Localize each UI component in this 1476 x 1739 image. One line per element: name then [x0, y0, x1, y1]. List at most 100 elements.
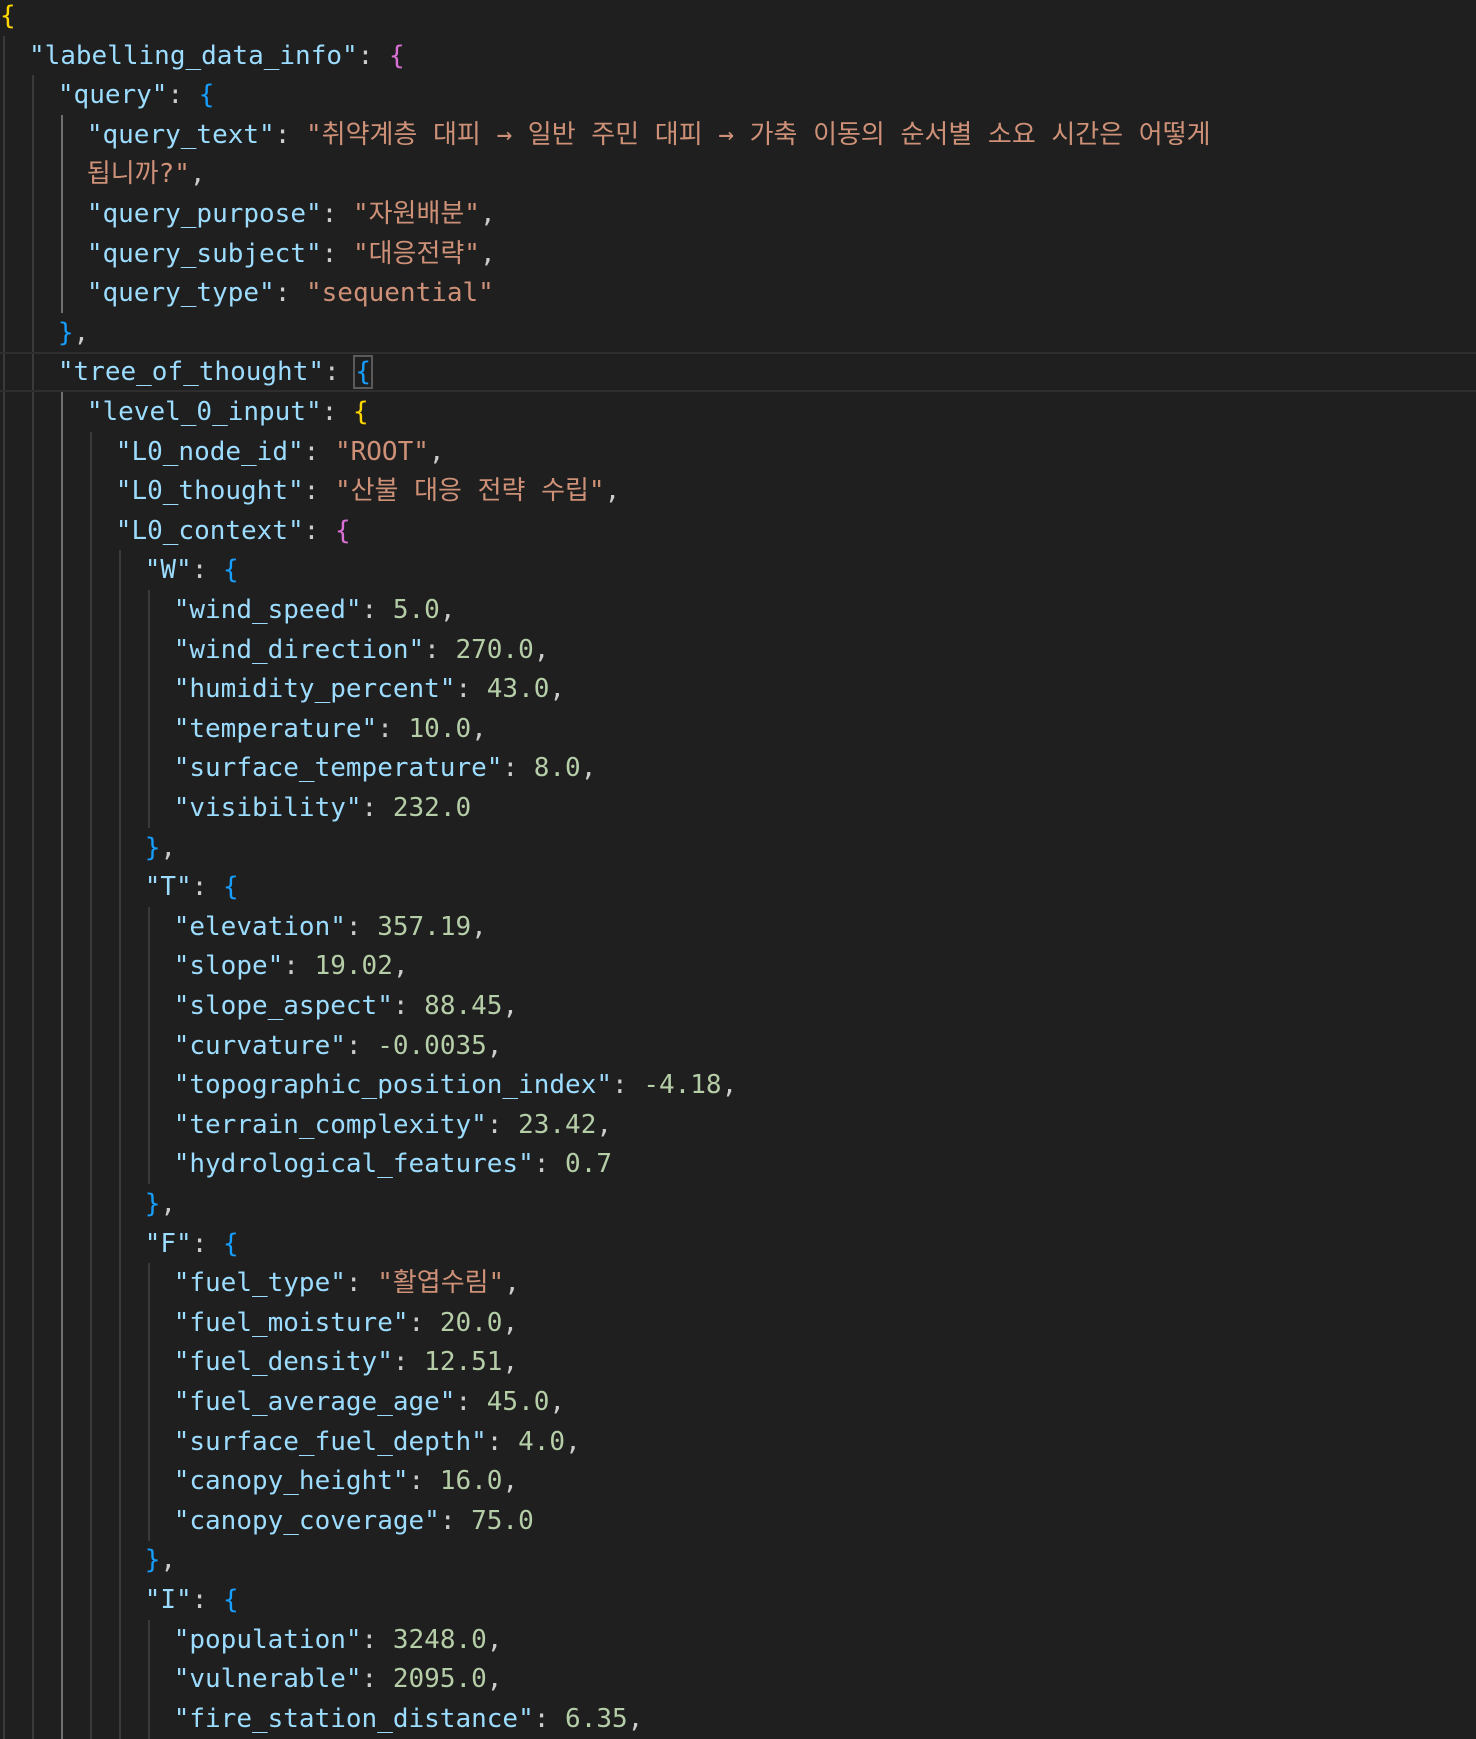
indent-guide — [60, 906, 63, 947]
code-line[interactable]: "slope": 19.02, — [0, 946, 1476, 987]
code-line[interactable]: "L0_node_id": "ROOT", — [0, 431, 1476, 472]
json-number: 2095.0 — [392, 1664, 487, 1695]
indent-guide — [60, 986, 63, 1026]
punctuation: : — [345, 1268, 378, 1299]
code-line[interactable]: 됩니까?", — [0, 154, 1476, 195]
indent-guide — [3, 431, 5, 472]
code-text: { — [0, 0, 16, 36]
code-line[interactable]: "query_subject": "대응전략", — [0, 233, 1476, 274]
json-number: 232.0 — [392, 793, 472, 823]
code-line[interactable]: "query_purpose": "자원배분", — [0, 194, 1476, 234]
json-number: -0.0035 — [377, 1030, 487, 1061]
json-key: "elevation" — [173, 911, 346, 942]
code-line[interactable]: "I": { — [0, 1580, 1476, 1620]
code-line[interactable]: "fire_station_distance": 6.35, — [0, 1698, 1476, 1739]
punctuation: : — [612, 1070, 644, 1101]
punctuation: : — [345, 911, 378, 942]
code-line[interactable]: "W": { — [0, 550, 1476, 591]
code-line[interactable]: "L0_context": { — [0, 510, 1476, 551]
code-text: "L0_thought": "산불 대응 전략 수립", — [116, 471, 620, 511]
punctuation: : — [345, 1030, 378, 1061]
indent-guide — [118, 867, 121, 908]
json-key: "level_0_input" — [86, 397, 322, 427]
code-line[interactable]: "query_type": "sequential" — [0, 273, 1476, 314]
indent-guide — [118, 1540, 121, 1581]
code-line[interactable]: "topographic_position_index": -4.18, — [0, 1065, 1476, 1106]
json-key: "wind_speed" — [173, 595, 362, 625]
indent-guide — [3, 312, 5, 353]
code-line[interactable]: "terrain_complexity": 23.42, — [0, 1104, 1476, 1145]
code-text: "tree_of_thought": { — [58, 354, 373, 390]
indent-guide — [3, 1580, 5, 1620]
code-line[interactable]: "fuel_moisture": 20.0, — [0, 1302, 1476, 1343]
code-line[interactable]: "canopy_height": 16.0, — [0, 1461, 1476, 1502]
indent-guide — [89, 1065, 92, 1106]
indent-guide — [89, 748, 92, 789]
code-line[interactable]: "wind_direction": 270.0, — [0, 629, 1476, 670]
indent-guide — [60, 194, 63, 234]
code-line[interactable]: "population": 3248.0, — [0, 1619, 1476, 1660]
indent-guide — [89, 1184, 92, 1224]
code-line[interactable]: "humidity_percent": 43.0, — [0, 669, 1476, 710]
code-line[interactable]: "curvature": -0.0035, — [0, 1025, 1476, 1066]
indent-guide — [3, 708, 5, 749]
code-line[interactable]: "wind_speed": 5.0, — [0, 590, 1476, 630]
indent-guide — [31, 1659, 34, 1700]
punctuation: , — [160, 1545, 177, 1576]
indent-guide — [3, 1025, 5, 1066]
code-line[interactable]: "L0_thought": "산불 대응 전략 수립", — [0, 471, 1476, 512]
code-line[interactable]: "T": { — [0, 867, 1476, 908]
indent-guide — [118, 1263, 121, 1304]
code-line[interactable]: }, — [0, 312, 1476, 353]
bracket: } — [144, 1545, 161, 1576]
bracket: { — [223, 555, 239, 586]
code-line[interactable]: "labelling_data_info": { — [0, 35, 1476, 76]
code-line[interactable]: "slope_aspect": 88.45, — [0, 986, 1476, 1026]
json-key: "surface_fuel_depth" — [173, 1426, 487, 1457]
json-key: "L0_context" — [115, 515, 304, 546]
code-line[interactable]: "fuel_type": "활엽수림", — [0, 1263, 1476, 1304]
json-key: "topographic_position_index" — [173, 1070, 612, 1101]
code-text: "query_subject": "대응전략", — [87, 234, 496, 274]
code-line[interactable]: "hydrological_features": 0.7 — [0, 1144, 1476, 1185]
code-text: "T": { — [145, 867, 239, 907]
code-line[interactable]: }, — [0, 1540, 1476, 1581]
punctuation: , — [486, 1030, 503, 1061]
code-line[interactable]: "fuel_average_age": 45.0, — [0, 1382, 1476, 1422]
code-line[interactable]: "surface_temperature": 8.0, — [0, 748, 1476, 789]
code-line[interactable]: "surface_fuel_depth": 4.0, — [0, 1421, 1476, 1462]
code-line[interactable]: { — [0, 0, 1476, 36]
code-line[interactable]: "level_0_input": { — [0, 392, 1476, 432]
json-key: "humidity_percent" — [173, 674, 456, 705]
code-line[interactable]: "F": { — [0, 1223, 1476, 1264]
code-line[interactable]: "query_text": "취약계층 대피 → 일반 주민 대피 → 가축 이… — [0, 114, 1476, 155]
code-line[interactable]: "vulnerable": 2095.0, — [0, 1659, 1476, 1700]
punctuation: : — [321, 397, 353, 427]
code-line[interactable]: "elevation": 357.19, — [0, 906, 1476, 947]
punctuation: , — [565, 1426, 581, 1457]
code-line[interactable]: "fuel_density": 12.51, — [0, 1342, 1476, 1383]
code-line[interactable]: "tree_of_thought": { — [0, 352, 1476, 393]
code-line[interactable]: }, — [0, 827, 1476, 868]
code-line[interactable]: "query": { — [0, 75, 1476, 116]
code-line[interactable]: "visibility": 232.0 — [0, 788, 1476, 828]
indent-guide — [60, 867, 63, 908]
indent-guide — [31, 1698, 34, 1739]
code-line[interactable]: "canopy_coverage": 75.0 — [0, 1500, 1476, 1541]
code-text: "fuel_moisture": 20.0, — [174, 1303, 518, 1343]
punctuation: , — [596, 1109, 613, 1140]
json-editor[interactable]: {"labelling_data_info": {"query": {"quer… — [0, 0, 1476, 1739]
indent-guide — [3, 550, 5, 591]
punctuation: : — [486, 1426, 519, 1457]
indent-guide — [147, 788, 150, 828]
indent-guide — [31, 471, 34, 512]
punctuation: , — [502, 1347, 519, 1378]
indent-guide — [31, 1382, 34, 1422]
punctuation: : — [191, 555, 224, 586]
json-key: "terrain_complexity" — [173, 1109, 487, 1140]
indent-guide — [118, 708, 121, 749]
json-key: "fuel_moisture" — [173, 1307, 409, 1338]
indent-guide — [118, 629, 121, 670]
code-line[interactable]: "temperature": 10.0, — [0, 708, 1476, 749]
code-line[interactable]: }, — [0, 1184, 1476, 1224]
